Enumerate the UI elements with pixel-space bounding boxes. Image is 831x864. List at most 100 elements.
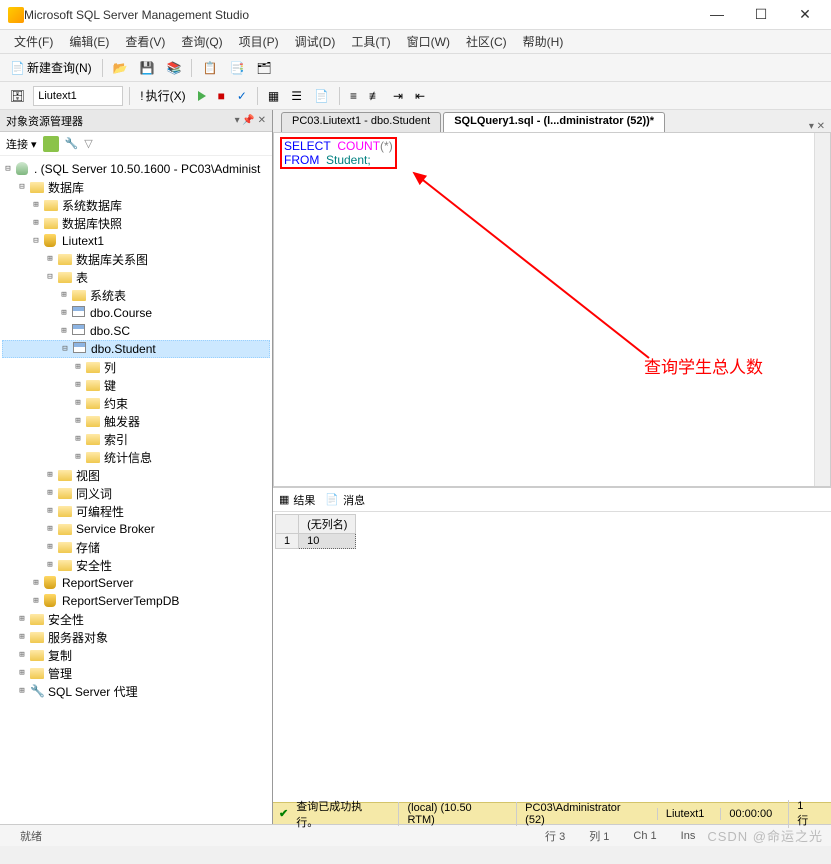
tree-sc[interactable]: ⊞dbo.SC bbox=[2, 322, 270, 340]
messages-tab[interactable]: 📄 消息 bbox=[325, 492, 365, 508]
save-all-icon[interactable]: 📚 bbox=[163, 59, 186, 77]
tree-service-broker[interactable]: ⊞Service Broker bbox=[2, 520, 270, 538]
result-grid[interactable]: (无列名) 1 10 bbox=[273, 512, 831, 551]
tree-sys-tables[interactable]: ⊞系统表 bbox=[2, 286, 270, 304]
result-cell-value[interactable]: 10 bbox=[299, 534, 356, 549]
pin-icon[interactable]: ▾ 📌 ✕ bbox=[235, 115, 266, 126]
comment-icon[interactable]: ≡ bbox=[346, 87, 361, 105]
menu-query[interactable]: 查询(Q) bbox=[175, 31, 228, 52]
menu-community[interactable]: 社区(C) bbox=[460, 31, 513, 52]
tree-storage[interactable]: ⊞存储 bbox=[2, 538, 270, 556]
menu-edit[interactable]: 编辑(E) bbox=[63, 31, 115, 52]
editor-scrollbar[interactable] bbox=[814, 133, 830, 486]
menu-file[interactable]: 文件(F) bbox=[8, 31, 59, 52]
tree-triggers[interactable]: ⊞触发器 bbox=[2, 412, 270, 430]
tree-programmability[interactable]: ⊞可编程性 bbox=[2, 502, 270, 520]
filter-icon[interactable]: 🔧 bbox=[65, 137, 79, 150]
results-file-icon[interactable]: 📄 bbox=[310, 87, 333, 105]
stop-icon[interactable]: ■ bbox=[214, 87, 229, 105]
window-title-bar: Microsoft SQL Server Management Studio —… bbox=[0, 0, 831, 30]
tree-replication[interactable]: ⊞复制 bbox=[2, 646, 270, 664]
results-tab[interactable]: ▦ 结果 bbox=[279, 492, 315, 508]
tree-reportserver[interactable]: ⊞ReportServer bbox=[2, 574, 270, 592]
uncomment-icon[interactable]: ≢ bbox=[365, 87, 385, 105]
window-title: Microsoft SQL Server Management Studio bbox=[24, 8, 699, 22]
tree-security[interactable]: ⊞安全性 bbox=[2, 610, 270, 628]
minimize-button[interactable]: — bbox=[699, 6, 735, 23]
tree-db-snap[interactable]: ⊞数据库快照 bbox=[2, 214, 270, 232]
tool-icon-2[interactable]: 📑 bbox=[225, 59, 248, 77]
tree-security-db[interactable]: ⊞安全性 bbox=[2, 556, 270, 574]
result-row-num[interactable]: 1 bbox=[276, 534, 299, 549]
menu-view[interactable]: 查看(V) bbox=[119, 31, 171, 52]
query-toolbar: 🗄 ! 执行(X) ■ ✓ ▦ ☰ 📄 ≡ ≢ ⇥ ⇤ bbox=[0, 82, 831, 110]
tree-columns[interactable]: ⊞列 bbox=[2, 358, 270, 376]
tree-reportservertemp[interactable]: ⊞ReportServerTempDB bbox=[2, 592, 270, 610]
close-button[interactable]: ✕ bbox=[787, 6, 823, 23]
filter2-icon[interactable]: ▽ bbox=[84, 137, 92, 150]
save-icon[interactable]: 💾 bbox=[136, 59, 159, 77]
maximize-button[interactable]: ☐ bbox=[743, 6, 779, 23]
outdent-icon[interactable]: ⇤ bbox=[411, 87, 429, 105]
sql-editor[interactable]: SELECT COUNT(*) FROM Student; 查询学生总人数 bbox=[273, 132, 831, 487]
tree-sys-db[interactable]: ⊞系统数据库 bbox=[2, 196, 270, 214]
tool-icon-3[interactable]: 🗂 bbox=[252, 59, 275, 77]
menu-debug[interactable]: 调试(D) bbox=[289, 31, 342, 52]
menu-tools[interactable]: 工具(T) bbox=[345, 31, 396, 52]
status-user: PC03\Administrator (52) bbox=[516, 802, 649, 826]
status-rows: 1 行 bbox=[788, 800, 825, 828]
tree-synonyms[interactable]: ⊞同义词 bbox=[2, 484, 270, 502]
annotation-text: 查询学生总人数 bbox=[644, 353, 763, 378]
database-combo[interactable] bbox=[33, 86, 123, 106]
results-grid-icon[interactable]: ▦ bbox=[264, 87, 283, 105]
menu-window[interactable]: 窗口(W) bbox=[401, 31, 456, 52]
exec-success-text: 查询已成功执行。 bbox=[296, 798, 382, 830]
result-col-header[interactable]: (无列名) bbox=[299, 515, 356, 534]
main-area: 对象资源管理器 ▾ 📌 ✕ 连接 ▾ 🔧 ▽ ⊟. (SQL Server 10… bbox=[0, 110, 831, 824]
object-explorer-header: 对象资源管理器 ▾ 📌 ✕ bbox=[0, 110, 272, 132]
tree-liutext1[interactable]: ⊟Liutext1 bbox=[2, 232, 270, 250]
object-explorer-panel: 对象资源管理器 ▾ 📌 ✕ 连接 ▾ 🔧 ▽ ⊟. (SQL Server 10… bbox=[0, 110, 273, 824]
results-pane: ▦ 结果 📄 消息 (无列名) 1 10 ✔ 查询已成功执行。 (local) … bbox=[273, 487, 831, 824]
menu-project[interactable]: 项目(P) bbox=[233, 31, 285, 52]
tree-server[interactable]: ⊟. (SQL Server 10.50.1600 - PC03\Adminis… bbox=[2, 160, 270, 178]
new-query-button[interactable]: 📄 新建查询(N) bbox=[6, 57, 96, 78]
tool-icon-1[interactable]: 📋 bbox=[198, 59, 221, 77]
tree-tables[interactable]: ⊟表 bbox=[2, 268, 270, 286]
results-tabs: ▦ 结果 📄 消息 bbox=[273, 488, 831, 512]
refresh-icon[interactable] bbox=[43, 136, 59, 152]
tree-sql-agent[interactable]: ⊞🔧SQL Server 代理 bbox=[2, 682, 270, 700]
object-tree[interactable]: ⊟. (SQL Server 10.50.1600 - PC03\Adminis… bbox=[0, 156, 272, 824]
status-ch: Ch 1 bbox=[621, 830, 668, 842]
tree-keys[interactable]: ⊞键 bbox=[2, 376, 270, 394]
db-icon-tb[interactable]: 🗄 bbox=[6, 87, 29, 105]
tree-constraints[interactable]: ⊞约束 bbox=[2, 394, 270, 412]
parse-icon[interactable]: ✓ bbox=[233, 87, 251, 105]
watermark-text: CSDN @命运之光 bbox=[707, 826, 823, 845]
tree-stats[interactable]: ⊞统计信息 bbox=[2, 448, 270, 466]
tree-indexes[interactable]: ⊞索引 bbox=[2, 430, 270, 448]
tree-student[interactable]: ⊟dbo.Student bbox=[2, 340, 270, 358]
tree-databases[interactable]: ⊟数据库 bbox=[2, 178, 270, 196]
connect-dropdown[interactable]: 连接 ▾ bbox=[6, 136, 37, 152]
tree-server-objects[interactable]: ⊞服务器对象 bbox=[2, 628, 270, 646]
debug-play-icon[interactable] bbox=[194, 89, 210, 103]
editor-area: PC03.Liutext1 - dbo.Student SQLQuery1.sq… bbox=[273, 110, 831, 824]
tab-student-table[interactable]: PC03.Liutext1 - dbo.Student bbox=[281, 112, 441, 132]
main-toolbar: 📄 新建查询(N) 📂 💾 📚 📋 📑 🗂 bbox=[0, 54, 831, 82]
tree-management[interactable]: ⊞管理 bbox=[2, 664, 270, 682]
tree-db-diagram[interactable]: ⊞数据库关系图 bbox=[2, 250, 270, 268]
window-controls: — ☐ ✕ bbox=[699, 6, 823, 23]
tree-views[interactable]: ⊞视图 bbox=[2, 466, 270, 484]
open-file-icon[interactable]: 📂 bbox=[109, 59, 132, 77]
tree-course[interactable]: ⊞dbo.Course bbox=[2, 304, 270, 322]
tab-sqlquery1[interactable]: SQLQuery1.sql - (l...dministrator (52))* bbox=[443, 112, 665, 132]
indent-icon[interactable]: ⇥ bbox=[389, 87, 407, 105]
results-text-icon[interactable]: ☰ bbox=[287, 87, 306, 105]
menu-help[interactable]: 帮助(H) bbox=[517, 31, 570, 52]
execute-button[interactable]: ! 执行(X) bbox=[136, 85, 189, 106]
query-status-bar: ✔ 查询已成功执行。 (local) (10.50 RTM) PC03\Admi… bbox=[273, 802, 831, 824]
status-ins: Ins bbox=[669, 830, 708, 842]
document-tabs: PC03.Liutext1 - dbo.Student SQLQuery1.sq… bbox=[273, 110, 831, 132]
tab-close-icon[interactable]: ▾ ✕ bbox=[809, 121, 825, 132]
